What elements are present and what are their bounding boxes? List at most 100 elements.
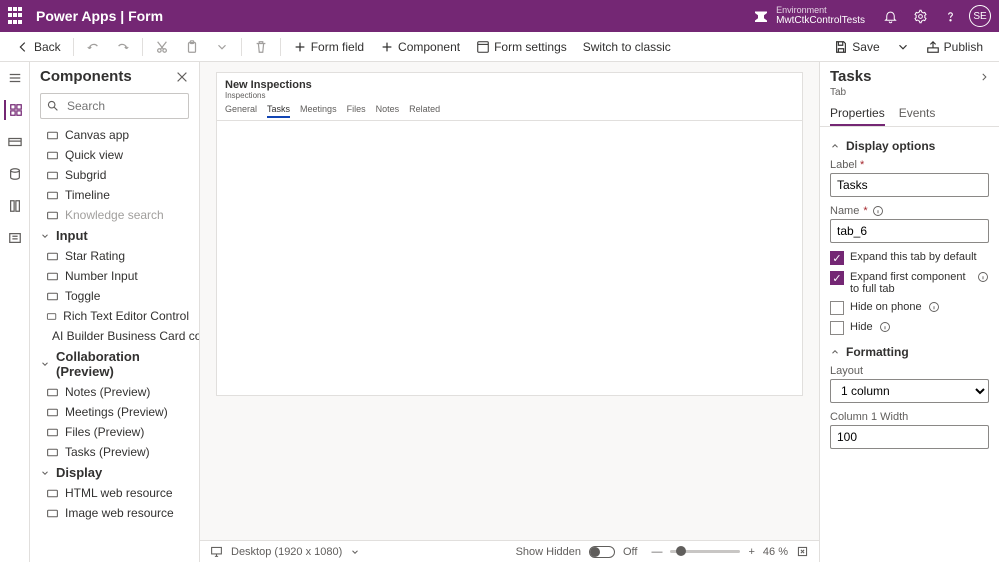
settings-button[interactable] bbox=[905, 1, 935, 31]
component-icon bbox=[46, 169, 59, 182]
zoom-slider[interactable] bbox=[670, 550, 740, 553]
fit-icon[interactable] bbox=[796, 545, 809, 558]
component-item[interactable]: Number Input bbox=[30, 266, 199, 286]
component-item[interactable]: Files (Preview) bbox=[30, 422, 199, 442]
component-item[interactable]: Rich Text Editor Control bbox=[30, 306, 199, 326]
tab-properties[interactable]: Properties bbox=[830, 102, 885, 126]
search-input[interactable] bbox=[40, 93, 189, 119]
component-item[interactable]: HTML web resource bbox=[30, 483, 199, 503]
rail-form-libraries[interactable] bbox=[5, 196, 25, 216]
environment-picker[interactable]: Environment MwtCtkControlTests bbox=[752, 6, 865, 27]
component-item[interactable]: Meetings (Preview) bbox=[30, 402, 199, 422]
form-settings-button[interactable]: Form settings bbox=[468, 32, 575, 61]
rail-data[interactable] bbox=[5, 164, 25, 184]
section-display-options[interactable]: Display options bbox=[830, 139, 989, 153]
tab-events[interactable]: Events bbox=[899, 102, 936, 126]
form-subtitle: Inspections bbox=[225, 91, 794, 100]
layout-select[interactable]: 1 column bbox=[830, 379, 989, 403]
form-tabs: General Tasks Meetings Files Notes Related bbox=[225, 104, 794, 118]
chevron-down-icon bbox=[40, 231, 50, 241]
rail-business-rules[interactable] bbox=[5, 228, 25, 248]
form-tab[interactable]: Related bbox=[409, 104, 440, 118]
component-icon bbox=[46, 426, 59, 439]
back-button[interactable]: Back bbox=[8, 32, 69, 61]
arrow-left-icon bbox=[16, 40, 30, 54]
environment-label: Environment bbox=[776, 6, 865, 16]
checkbox-expand-default[interactable]: ✓ Expand this tab by default bbox=[830, 251, 989, 265]
component-item[interactable]: Canvas app bbox=[30, 125, 199, 145]
checkbox-expand-first[interactable]: ✓ Expand first component to full tab bbox=[830, 271, 989, 295]
component-item[interactable]: Image web resource bbox=[30, 503, 199, 523]
waffle-icon[interactable] bbox=[8, 7, 26, 25]
rail-hamburger[interactable] bbox=[5, 68, 25, 88]
component-icon bbox=[46, 189, 59, 202]
app-title: Power Apps | Form bbox=[36, 8, 163, 24]
component-item[interactable]: Quick view bbox=[30, 145, 199, 165]
component-icon bbox=[46, 149, 59, 162]
cut-button[interactable] bbox=[147, 32, 177, 61]
component-item[interactable]: Notes (Preview) bbox=[30, 382, 199, 402]
form-tab[interactable]: Notes bbox=[376, 104, 400, 118]
checkbox-hide[interactable]: Hide bbox=[830, 321, 989, 335]
form-tab[interactable]: Files bbox=[347, 104, 366, 118]
component-item[interactable]: Subgrid bbox=[30, 165, 199, 185]
add-form-field-button[interactable]: Form field bbox=[285, 32, 372, 61]
paste-options-button[interactable] bbox=[207, 32, 237, 61]
col-width-input[interactable] bbox=[830, 425, 989, 449]
name-input[interactable] bbox=[830, 219, 989, 243]
label-input[interactable] bbox=[830, 173, 989, 197]
redo-button[interactable] bbox=[108, 32, 138, 61]
component-item[interactable]: Star Rating bbox=[30, 246, 199, 266]
form-tab[interactable]: Meetings bbox=[300, 104, 337, 118]
form-tab[interactable]: Tasks bbox=[267, 104, 290, 118]
form-preview[interactable]: New Inspections Inspections GeneralTasks… bbox=[216, 72, 803, 396]
help-button[interactable] bbox=[935, 1, 965, 31]
component-icon bbox=[46, 446, 59, 459]
viewport-label[interactable]: Desktop (1920 x 1080) bbox=[231, 546, 342, 558]
category-input[interactable]: Input bbox=[30, 225, 199, 246]
save-button[interactable]: Save bbox=[826, 32, 887, 61]
component-item[interactable]: Timeline bbox=[30, 185, 199, 205]
hamburger-icon bbox=[8, 71, 22, 85]
checkbox-icon: ✓ bbox=[830, 251, 844, 265]
category-collaboration[interactable]: Collaboration (Preview) bbox=[30, 346, 199, 382]
data-icon bbox=[8, 167, 22, 181]
add-component-button[interactable]: Component bbox=[372, 32, 468, 61]
paste-button[interactable] bbox=[177, 32, 207, 61]
chevron-right-icon[interactable] bbox=[979, 72, 989, 82]
info-icon bbox=[977, 271, 989, 283]
component-item[interactable]: Tasks (Preview) bbox=[30, 442, 199, 462]
col-width-label: Column 1 Width bbox=[830, 411, 989, 423]
component-icon bbox=[46, 129, 59, 142]
environment-icon bbox=[752, 7, 770, 25]
tree-icon bbox=[8, 135, 22, 149]
environment-name: MwtCtkControlTests bbox=[776, 15, 865, 26]
properties-panel: Tasks Tab Properties Events Display opti… bbox=[819, 62, 999, 562]
canvas-statusbar: Desktop (1920 x 1080) Show Hidden Off — … bbox=[200, 540, 819, 562]
publish-button[interactable]: Publish bbox=[918, 32, 991, 61]
chevron-down-icon bbox=[215, 40, 229, 54]
component-icon bbox=[46, 487, 59, 500]
components-title: Components bbox=[40, 68, 175, 85]
close-icon[interactable] bbox=[175, 70, 189, 84]
components-list[interactable]: Canvas appQuick viewSubgridTimelineKnowl… bbox=[30, 125, 199, 562]
save-options-button[interactable] bbox=[888, 32, 918, 61]
show-hidden-toggle[interactable] bbox=[589, 546, 615, 558]
avatar[interactable]: SE bbox=[969, 5, 991, 27]
form-settings-icon bbox=[476, 40, 490, 54]
rail-components[interactable] bbox=[4, 100, 24, 120]
component-item[interactable]: Toggle bbox=[30, 286, 199, 306]
checkbox-icon bbox=[830, 321, 844, 335]
chevron-down-icon[interactable] bbox=[350, 547, 360, 557]
category-display[interactable]: Display bbox=[30, 462, 199, 483]
component-item[interactable]: AI Builder Business Card co... bbox=[30, 326, 199, 346]
delete-button[interactable] bbox=[246, 32, 276, 61]
checkbox-icon: ✓ bbox=[830, 271, 844, 285]
notifications-button[interactable] bbox=[875, 1, 905, 31]
rail-tree[interactable] bbox=[5, 132, 25, 152]
checkbox-hide-phone[interactable]: Hide on phone bbox=[830, 301, 989, 315]
section-formatting[interactable]: Formatting bbox=[830, 345, 989, 359]
form-tab[interactable]: General bbox=[225, 104, 257, 118]
undo-button[interactable] bbox=[78, 32, 108, 61]
switch-classic-button[interactable]: Switch to classic bbox=[575, 32, 679, 61]
